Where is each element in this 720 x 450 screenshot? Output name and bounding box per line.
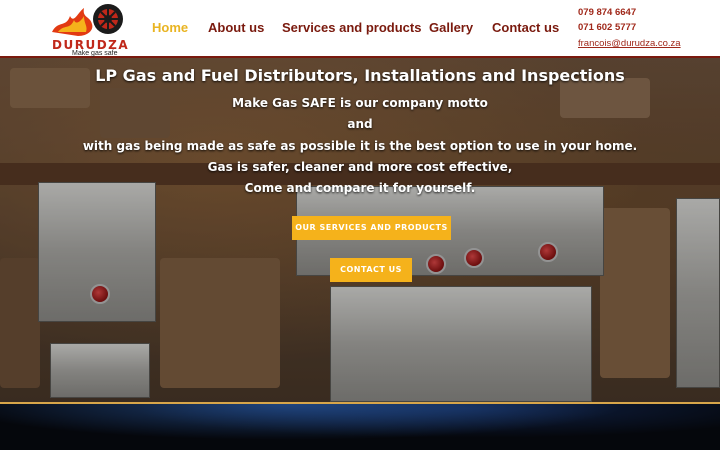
hero-line-safety: with gas being made as safe as possible … [82, 139, 638, 153]
phone-number-2[interactable]: 071 602 5777 [578, 22, 636, 33]
our-services-button[interactable]: OUR SERVICES AND PRODUCTS [292, 216, 451, 240]
nav-about-us[interactable]: About us [208, 20, 264, 35]
flame-wheel-icon [52, 4, 123, 36]
gas-flame-section [0, 402, 720, 450]
brand-tagline: Make gas safe [72, 50, 118, 57]
hero-line-benefits: Gas is safer, cleaner and more cost effe… [207, 160, 513, 174]
hero-title: LP Gas and Fuel Distributors, Installati… [95, 66, 625, 85]
nav-home[interactable]: Home [152, 20, 188, 35]
email-link[interactable]: francois@durudza.co.za [578, 38, 681, 49]
contact-us-button[interactable]: CONTACT US [330, 258, 412, 282]
phone-number-1[interactable]: 079 874 6647 [578, 7, 636, 18]
nav-services-and-products[interactable]: Services and products [282, 20, 421, 35]
hero-line-compare: Come and compare it for yourself. [244, 181, 476, 195]
site-header: DURUDZA Make gas safe Home About us Serv… [0, 0, 720, 58]
nav-gallery[interactable]: Gallery [429, 20, 473, 35]
nav-contact-us[interactable]: Contact us [492, 20, 559, 35]
hero-motto: Make Gas SAFE is our company motto [232, 96, 488, 110]
hero-line-and: and [347, 117, 373, 131]
hero-banner: LP Gas and Fuel Distributors, Installati… [0, 58, 720, 402]
durudza-logo[interactable]: DURUDZA Make gas safe [48, 2, 144, 57]
